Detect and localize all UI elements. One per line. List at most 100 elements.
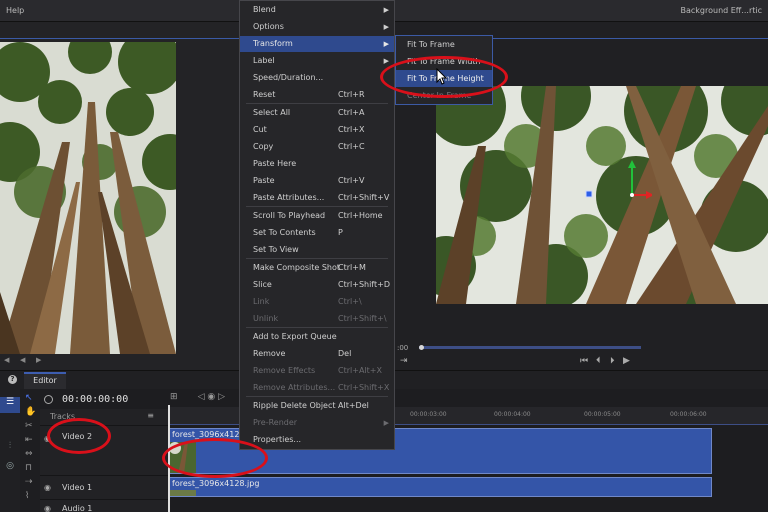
panel-switcher: ☰ ⫶ ◎ — [0, 389, 20, 512]
help-menu[interactable]: Help — [6, 6, 24, 15]
menu-item-pre-render[interactable]: Pre-Render ▶ — [240, 415, 394, 431]
menu-item-blend[interactable]: Blend ▶ — [240, 2, 394, 18]
menu-item-link[interactable]: Link Ctrl+\ — [240, 294, 394, 310]
mark-in-icon[interactable]: ◀ — [4, 356, 9, 364]
submenu-arrow-icon: ▶ — [383, 419, 389, 427]
transform-gizmo[interactable] — [582, 158, 652, 208]
menu-item-label: Paste — [253, 176, 275, 185]
menu-item-unlink[interactable]: Unlink Ctrl+Shift+\ — [240, 311, 394, 327]
menu-item-label: Set To Contents — [253, 228, 316, 237]
slice-tool-icon[interactable]: ✂ — [25, 421, 33, 431]
menu-item-label: Select All — [253, 108, 291, 117]
menu-separator — [246, 396, 388, 397]
menu-separator — [246, 327, 388, 328]
menu-item-shortcut: Ctrl+Alt+X — [338, 366, 382, 375]
program-scrubber[interactable] — [419, 345, 641, 350]
submenu-arrow-icon: ▶ — [383, 6, 389, 14]
menu-item-copy[interactable]: Copy Ctrl+C — [240, 139, 394, 155]
menu-item-label[interactable]: Label ▶ — [240, 53, 394, 69]
hand-tool-icon[interactable]: ✋ — [25, 407, 36, 417]
app-window: Help Background Eff...rtic ◀ ◀ ▶:00 ⇥ ⏮… — [0, 0, 768, 512]
visibility-eye-icon[interactable]: ◉ — [44, 483, 51, 492]
track-header-audio-1[interactable]: ◉ Audio 1 — [40, 499, 168, 512]
timeline-tools: ↖ ✋ ✂ ⇤ ⇔ ⊓ ⇢ ⌇ — [20, 389, 40, 512]
import-icon[interactable]: ⇥ — [400, 356, 408, 366]
menu-item-options[interactable]: Options ▶ — [240, 19, 394, 35]
menu-item-scroll-to-playhead[interactable]: Scroll To Playhead Ctrl+Home — [240, 208, 394, 224]
menu-item-remove[interactable]: Remove Del — [240, 346, 394, 362]
menu-item-label: Paste Here — [253, 159, 297, 168]
menu-item-make-composite-shot[interactable]: Make Composite Shot Ctrl+M — [240, 260, 394, 276]
ruler-tick: 00:00:05:00 — [584, 411, 621, 418]
snap-tool-icon[interactable]: ⊓ — [25, 463, 32, 473]
slip-tool-icon[interactable]: ⇔ — [25, 449, 33, 459]
ruler-tick: 00:00:03:00 — [410, 411, 447, 418]
menu-item-paste[interactable]: Paste Ctrl+V — [240, 173, 394, 189]
tracks-menu-icon[interactable]: ≡ — [147, 411, 154, 420]
context-menu: Blend ▶ Options ▶ Transform ▶ Label ▶ Speed/Dura… — [239, 0, 395, 450]
submenu-arrow-icon: ▶ — [383, 40, 389, 48]
menu-item-shortcut: Ctrl+C — [338, 142, 365, 151]
step-forward-icon[interactable]: ⏵ — [610, 356, 615, 366]
menu-item-label: Ripple Delete Object — [253, 401, 336, 410]
menu-item-slice[interactable]: Slice Ctrl+Shift+D — [240, 277, 394, 293]
menu-item-label: Unlink — [253, 314, 279, 323]
next-edit-icon[interactable]: ▷ — [218, 392, 225, 402]
tab-editor[interactable]: Editor — [24, 372, 66, 389]
menu-item-label: Make Composite Shot — [253, 263, 341, 272]
menu-item-remove-attributes[interactable]: Remove Attributes... Ctrl+Shift+X — [240, 380, 394, 396]
list-view-icon[interactable]: ☰ — [0, 397, 20, 413]
menu-separator — [246, 206, 388, 207]
clip-video-1[interactable]: forest_3096x4128.jpg — [168, 477, 712, 497]
menu-item-label: Cut — [253, 125, 267, 134]
menu-item-cut[interactable]: Cut Ctrl+X — [240, 122, 394, 138]
add-track-icon[interactable]: ⊞ — [170, 392, 178, 402]
menu-item-shortcut: Ctrl+R — [338, 90, 365, 99]
menu-item-label: Scroll To Playhead — [253, 211, 326, 220]
menu-item-label: Pre-Render — [253, 418, 298, 427]
link-tool-icon[interactable]: ⌇ — [25, 491, 29, 501]
scrubber-knob[interactable] — [419, 345, 424, 350]
step-back-icon[interactable]: ⏴ — [596, 356, 601, 366]
program-timecode: :00 — [397, 344, 409, 352]
go-to-start-icon[interactable]: ⏮ — [580, 356, 588, 366]
menu-item-shortcut: Alt+Del — [338, 401, 369, 410]
menu-item-label: Copy — [253, 142, 274, 151]
trim-tool-icon[interactable]: ⇤ — [25, 435, 33, 445]
track-name: Video 1 — [62, 483, 93, 492]
menu-item-paste-here[interactable]: Paste Here — [240, 156, 394, 172]
play-icon[interactable]: ▶ — [36, 356, 41, 364]
menu-item-transform[interactable]: Transform ▶ — [240, 36, 394, 52]
help-icon[interactable]: ? — [8, 375, 17, 384]
prev-edit-icon[interactable]: ◁ — [198, 392, 205, 402]
menu-item-speed-duration[interactable]: Speed/Duration... — [240, 70, 394, 86]
play-icon[interactable]: ▶ — [623, 356, 630, 366]
menu-item-paste-attributes[interactable]: Paste Attributes... Ctrl+Shift+V — [240, 190, 394, 206]
ruler-tick: 00:00:06:00 — [670, 411, 707, 418]
submenu-item-fit-to-frame[interactable]: Fit To Frame — [396, 36, 492, 53]
menu-item-shortcut: Ctrl+A — [338, 108, 365, 117]
rate-tool-icon[interactable]: ⇢ — [25, 477, 33, 487]
menu-item-set-to-contents[interactable]: Set To Contents P — [240, 225, 394, 241]
menu-item-shortcut: Ctrl+V — [338, 176, 365, 185]
menu-item-set-to-view[interactable]: Set To View — [240, 242, 394, 258]
visibility-eye-icon[interactable]: ◉ — [44, 504, 51, 512]
record-icon[interactable]: ◉ — [207, 392, 215, 402]
menu-item-label: Properties... — [253, 435, 302, 444]
select-tool-icon[interactable]: ↖ — [25, 393, 33, 403]
panel-divider — [0, 38, 240, 39]
menu-item-shortcut: Ctrl+Shift+D — [338, 280, 390, 289]
menu-item-select-all[interactable]: Select All Ctrl+A — [240, 105, 394, 121]
track-header-video-1[interactable]: ◉ Video 1 — [40, 475, 168, 499]
mark-out-icon[interactable]: ◀ — [20, 356, 25, 364]
menu-item-remove-effects[interactable]: Remove Effects Ctrl+Alt+X — [240, 363, 394, 379]
editor-timecode[interactable]: 00:00:00:00 — [62, 394, 128, 405]
menu-item-add-to-export-queue[interactable]: Add to Export Queue — [240, 329, 394, 345]
menu-item-reset[interactable]: Reset Ctrl+R — [240, 87, 394, 103]
menu-item-shortcut: Ctrl+\ — [338, 297, 362, 306]
settings-icon[interactable]: ◎ — [0, 461, 20, 477]
menu-item-ripple-delete-object[interactable]: Ripple Delete Object Alt+Del — [240, 398, 394, 414]
menu-item-label: Link — [253, 297, 270, 306]
menu-item-properties[interactable]: Properties... — [240, 432, 394, 448]
audio-meter-icon[interactable]: ⫶ — [0, 441, 20, 457]
